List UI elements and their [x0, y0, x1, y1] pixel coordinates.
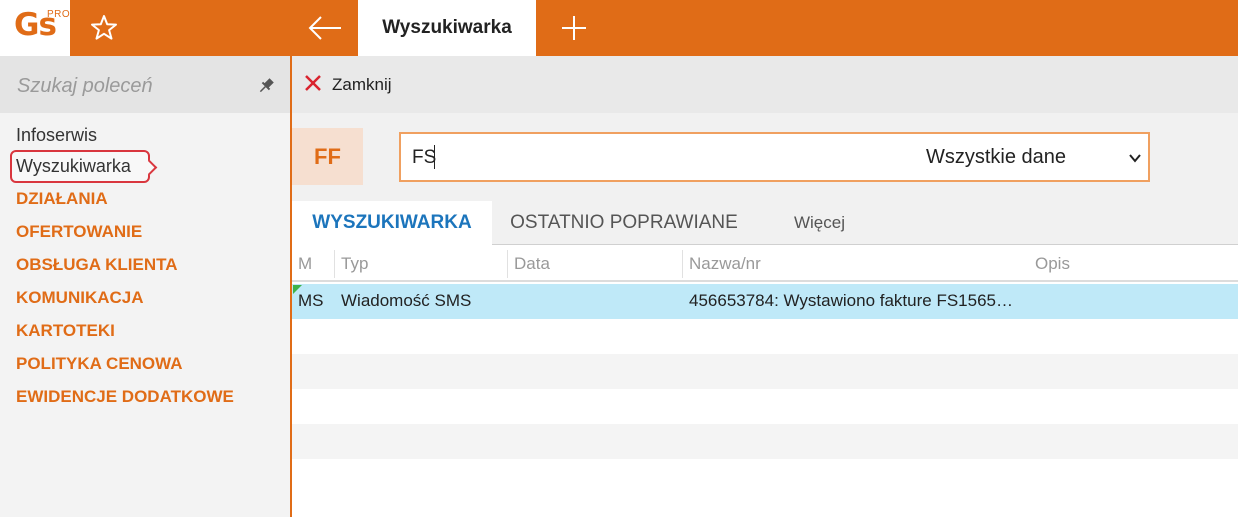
- results-grid: M Typ Data Nazwa/nr Opis MS Wiadomość SM…: [292, 245, 1238, 517]
- tab-wyszukiwarka-results[interactable]: WYSZUKIWARKA: [292, 201, 492, 245]
- pin-icon[interactable]: [256, 76, 276, 96]
- column-separator: [682, 250, 683, 278]
- column-header-m[interactable]: M: [298, 254, 312, 274]
- empty-row: [292, 354, 1238, 389]
- cell-typ: Wiadomość SMS: [341, 291, 472, 310]
- cell-nazwa: 456653784: Wystawiono fakture FS1565…: [689, 291, 1013, 310]
- column-header-typ[interactable]: Typ: [341, 254, 368, 274]
- empty-row: [292, 424, 1238, 459]
- close-button[interactable]: Zamknij: [304, 74, 392, 96]
- sidebar-category-komunikacja[interactable]: KOMUNIKACJA: [16, 288, 144, 308]
- empty-row: [292, 319, 1238, 354]
- search-badge: FF: [292, 128, 363, 185]
- text-caret: [434, 145, 435, 169]
- search-area: FF FS Wszystkie dane: [292, 113, 1238, 201]
- sidebar-category-kartoteki[interactable]: KARTOTEKI: [16, 321, 115, 341]
- chevron-down-icon[interactable]: [1128, 151, 1142, 165]
- scope-select[interactable]: Wszystkie dane: [926, 146, 1066, 169]
- top-bar: Gs PRO Wyszukiwarka: [0, 0, 1238, 56]
- sidebar-item-infoserwis[interactable]: Infoserwis: [16, 125, 97, 146]
- tab-wiecej[interactable]: Więcej: [782, 201, 857, 245]
- column-separator: [334, 250, 335, 278]
- column-header-data[interactable]: Data: [514, 254, 550, 274]
- command-search-placeholder: Szukaj poleceń: [17, 75, 153, 97]
- tab-ostatnio-poprawiane[interactable]: OSTATNIO POPRAWIANE: [499, 201, 749, 245]
- command-search-input[interactable]: Szukaj poleceń: [0, 56, 290, 113]
- sidebar-category-ewidencje-dodatkowe[interactable]: EWIDENCJE DODATKOWE: [16, 387, 234, 407]
- sidebar-item-wyszukiwarka[interactable]: Wyszukiwarka: [16, 156, 131, 177]
- app-logo[interactable]: Gs PRO: [0, 0, 70, 56]
- new-tab-plus-icon[interactable]: [558, 12, 590, 44]
- favorites-star-icon[interactable]: [88, 12, 120, 44]
- empty-row: [292, 389, 1238, 424]
- cell-m: MS: [298, 291, 324, 310]
- search-input[interactable]: FS Wszystkie dane: [399, 132, 1150, 182]
- back-arrow-icon[interactable]: [306, 12, 344, 44]
- sidebar-category-polityka-cenowa[interactable]: POLITYKA CENOWA: [16, 354, 183, 374]
- empty-row: [292, 459, 1238, 494]
- sidebar-category-ofertowanie[interactable]: OFERTOWANIE: [16, 222, 142, 242]
- toolbar: Zamknij: [292, 56, 1238, 113]
- column-header-opis[interactable]: Opis: [1035, 254, 1070, 274]
- logo-superscript: PRO: [47, 9, 71, 20]
- result-tabs: WYSZUKIWARKA OSTATNIO POPRAWIANE Więcej: [292, 201, 1238, 245]
- column-separator: [507, 250, 508, 278]
- search-value: FS: [412, 147, 437, 168]
- grid-header: M Typ Data Nazwa/nr Opis: [292, 245, 1238, 282]
- sidebar-category-obsluga-klienta[interactable]: OBSŁUGA KLIENTA: [16, 255, 178, 275]
- column-header-nazwa[interactable]: Nazwa/nr: [689, 254, 761, 274]
- table-row[interactable]: MS Wiadomość SMS 456653784: Wystawiono f…: [292, 284, 1238, 319]
- sidebar: Szukaj poleceń Infoserwis Wyszukiwarka D…: [0, 56, 290, 517]
- close-label: Zamknij: [332, 75, 392, 94]
- tab-wyszukiwarka[interactable]: Wyszukiwarka: [358, 0, 536, 56]
- sidebar-category-dzialania[interactable]: DZIAŁANIA: [16, 189, 108, 209]
- close-icon: [304, 74, 322, 97]
